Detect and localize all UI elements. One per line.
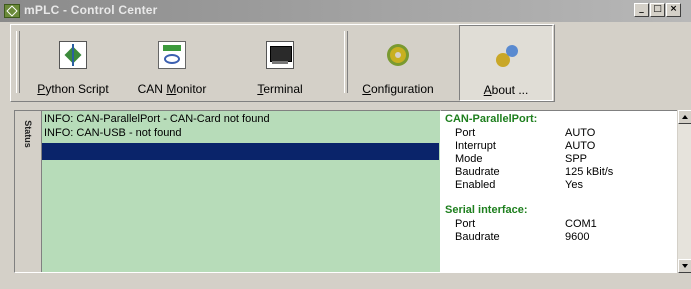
info-key: Mode (455, 153, 483, 165)
scroll-up-arrow-icon (682, 115, 688, 119)
log-selected-line[interactable] (42, 143, 439, 160)
info-key: Enabled (455, 179, 496, 191)
info-key: Port (455, 218, 476, 230)
info-value: SPP (565, 153, 588, 165)
log-line[interactable]: INFO: CAN-USB - not found (44, 127, 182, 139)
scroll-down-arrow-icon (682, 264, 688, 268)
info-key: Baudrate (455, 166, 500, 178)
info-value: AUTO (565, 140, 596, 152)
toolbar-separator (344, 31, 348, 93)
maximize-button[interactable]: □ (650, 3, 665, 17)
terminal-label: Terminal (257, 82, 303, 96)
log-line[interactable]: INFO: CAN-ParallelPort - CAN-Card not fo… (44, 113, 270, 125)
terminal-button[interactable]: Terminal (247, 25, 313, 101)
configuration-label: Configuration (362, 82, 434, 96)
toolbar-grip[interactable] (16, 31, 20, 93)
info-value: Yes (565, 179, 583, 191)
configuration-button[interactable]: Configuration (350, 25, 446, 101)
close-button[interactable]: × (666, 3, 681, 17)
info-panel: CAN-ParallelPort: Port AUTO Interrupt AU… (441, 110, 678, 273)
can-monitor-icon (158, 41, 186, 69)
can-monitor-button[interactable]: CAN Monitor (133, 25, 211, 101)
terminal-icon (266, 41, 294, 69)
can-monitor-label: CAN Monitor (137, 82, 207, 96)
info-key: Baudrate (455, 231, 500, 243)
info-key: Port (455, 127, 476, 139)
about-icon (493, 42, 521, 70)
scroll-down-button[interactable] (678, 259, 691, 273)
info-value: 125 kBit/s (565, 166, 614, 178)
info-value: COM1 (565, 218, 597, 230)
section-title-serial-interface: Serial interface: (445, 204, 528, 216)
status-bar (0, 276, 691, 289)
minimize-button[interactable]: _ (634, 3, 649, 17)
python-script-label: Python Script (37, 82, 109, 96)
info-value: AUTO (565, 127, 596, 139)
about-button[interactable]: About ... (459, 25, 553, 101)
python-script-icon (59, 41, 87, 69)
scroll-up-button[interactable] (678, 110, 691, 124)
status-tab[interactable]: Status (15, 111, 42, 272)
title-bar[interactable]: mPLC - Control Center _ □ × (0, 0, 691, 22)
info-value: 9600 (565, 231, 590, 243)
info-scrollbar[interactable] (677, 110, 691, 273)
section-title-can-parallelport: CAN-ParallelPort: (445, 113, 538, 125)
python-script-button[interactable]: Python Script (31, 25, 115, 101)
toolbar: Python Script CAN Monitor Terminal Confi… (10, 24, 555, 102)
status-log[interactable]: Status INFO: CAN-ParallelPort - CAN-Card… (14, 110, 441, 273)
about-label: About ... (483, 83, 529, 97)
app-icon[interactable] (4, 4, 20, 18)
info-key: Interrupt (455, 140, 496, 152)
window-title: mPLC - Control Center (24, 3, 158, 17)
configuration-gear-icon (384, 41, 412, 69)
status-tab-label: Status (23, 120, 33, 148)
